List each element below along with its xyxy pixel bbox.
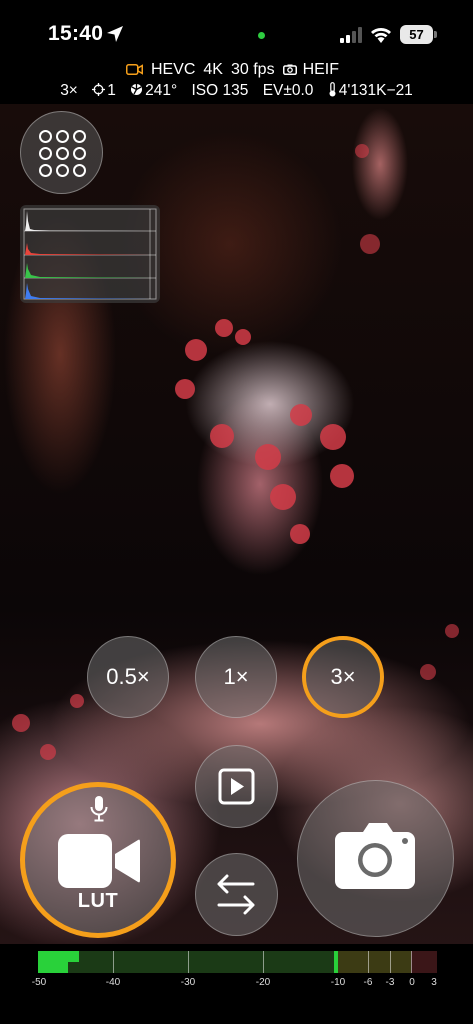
meter-clip-zone bbox=[411, 951, 437, 973]
meter-label: 3 bbox=[431, 977, 437, 988]
signal-icon bbox=[340, 27, 362, 43]
focus-value: 1 bbox=[107, 82, 116, 99]
meter-tick bbox=[390, 951, 391, 973]
status-bar: 15:40 57 bbox=[0, 0, 473, 60]
seahorse-detail bbox=[215, 319, 233, 337]
coral-detail bbox=[420, 664, 436, 680]
play-icon bbox=[218, 768, 254, 804]
seahorse-detail bbox=[235, 329, 251, 345]
microphone-icon bbox=[90, 796, 108, 822]
meter-label: -40 bbox=[105, 977, 121, 988]
meter-label: -3 bbox=[385, 977, 395, 988]
coral-detail bbox=[445, 624, 459, 638]
seahorse-detail bbox=[255, 444, 281, 470]
seahorse-detail bbox=[290, 404, 312, 426]
audio-level-meter[interactable]: -50 -40 -30 -20 -10 -6 -3 0 3 bbox=[0, 944, 473, 1024]
swap-arrows-icon bbox=[217, 874, 254, 914]
seahorse-detail bbox=[330, 464, 354, 488]
seahorse-detail bbox=[270, 484, 296, 510]
video-camera-icon bbox=[125, 64, 143, 76]
photo-camera-icon bbox=[282, 64, 297, 76]
seahorse-detail bbox=[175, 379, 195, 399]
switch-camera-button[interactable] bbox=[195, 853, 278, 936]
histogram[interactable] bbox=[20, 205, 160, 303]
battery-icon: 57 bbox=[400, 25, 433, 44]
ev-readout: EV±0.0 bbox=[262, 82, 314, 99]
video-record-icon bbox=[58, 834, 140, 888]
meter-tick bbox=[411, 951, 412, 973]
meter-label: -10 bbox=[330, 977, 346, 988]
meter-label: -50 bbox=[31, 977, 47, 988]
meter-tick bbox=[263, 951, 264, 973]
histogram-graph bbox=[23, 208, 157, 300]
codec-label: HEVC bbox=[150, 61, 196, 78]
record-button[interactable]: LUT bbox=[20, 782, 176, 938]
coral-detail bbox=[70, 694, 84, 708]
meter-label: -30 bbox=[180, 977, 196, 988]
coral-detail bbox=[360, 234, 380, 254]
seahorse-detail bbox=[320, 424, 346, 450]
zoom-3x-button[interactable]: 3× bbox=[302, 636, 384, 718]
focus-readout: 1 bbox=[92, 82, 116, 99]
camera-in-use-indicator bbox=[258, 32, 265, 39]
focus-crosshair-icon bbox=[92, 83, 106, 96]
battery-tip bbox=[434, 31, 437, 38]
shutter-angle-icon bbox=[131, 84, 143, 95]
grid-menu-icon bbox=[39, 130, 86, 177]
lut-label: LUT bbox=[77, 890, 119, 912]
coral-detail bbox=[40, 744, 56, 760]
shutter-readout: 241° bbox=[130, 82, 177, 99]
shutter-value: 241° bbox=[145, 82, 178, 99]
seahorse-detail bbox=[290, 524, 310, 544]
meter-level-fill-lower bbox=[38, 962, 68, 973]
seahorse-detail bbox=[185, 339, 207, 361]
menu-button[interactable] bbox=[20, 111, 103, 194]
meter-label: -20 bbox=[255, 977, 271, 988]
white-balance-readout: 4'131K−21 bbox=[328, 82, 413, 99]
location-arrow-icon bbox=[107, 26, 123, 42]
capture-info: HEVC 4K 30 fps HEIF 3× 1 241° ISO 135 EV±0… bbox=[0, 60, 473, 104]
coral-detail bbox=[12, 714, 30, 732]
status-time: 15:40 bbox=[48, 22, 104, 45]
meter-warning-zone bbox=[338, 951, 411, 973]
zoom-1x-button[interactable]: 1× bbox=[195, 636, 277, 718]
meter-tick bbox=[368, 951, 369, 973]
zoom-readout: 3× bbox=[60, 82, 78, 99]
meter-tick bbox=[188, 951, 189, 973]
seahorse-detail bbox=[210, 424, 234, 448]
framerate-label: 30 fps bbox=[230, 61, 275, 78]
exposure-info-line[interactable]: 3× 1 241° ISO 135 EV±0.0 4'131K−21 bbox=[0, 82, 473, 100]
coral-detail bbox=[355, 144, 369, 158]
meter-tick bbox=[113, 951, 114, 973]
iso-readout: ISO 135 bbox=[191, 82, 249, 99]
zoom-0-5x-button[interactable]: 0.5× bbox=[87, 636, 169, 718]
photo-format-label: HEIF bbox=[302, 61, 340, 78]
meter-label: -6 bbox=[363, 977, 373, 988]
playback-button[interactable] bbox=[195, 745, 278, 828]
photo-shutter-button[interactable] bbox=[297, 780, 454, 937]
format-info-line[interactable]: HEVC 4K 30 fps HEIF bbox=[0, 61, 473, 79]
thermometer-icon bbox=[329, 82, 336, 97]
meter-level-fill bbox=[38, 951, 79, 962]
resolution-label: 4K bbox=[203, 61, 223, 78]
white-balance-value: 4'131K−21 bbox=[338, 82, 413, 99]
meter-peak-marker bbox=[334, 951, 338, 973]
wifi-icon bbox=[371, 28, 391, 43]
meter-label: 0 bbox=[409, 977, 415, 988]
camera-icon bbox=[334, 822, 415, 889]
